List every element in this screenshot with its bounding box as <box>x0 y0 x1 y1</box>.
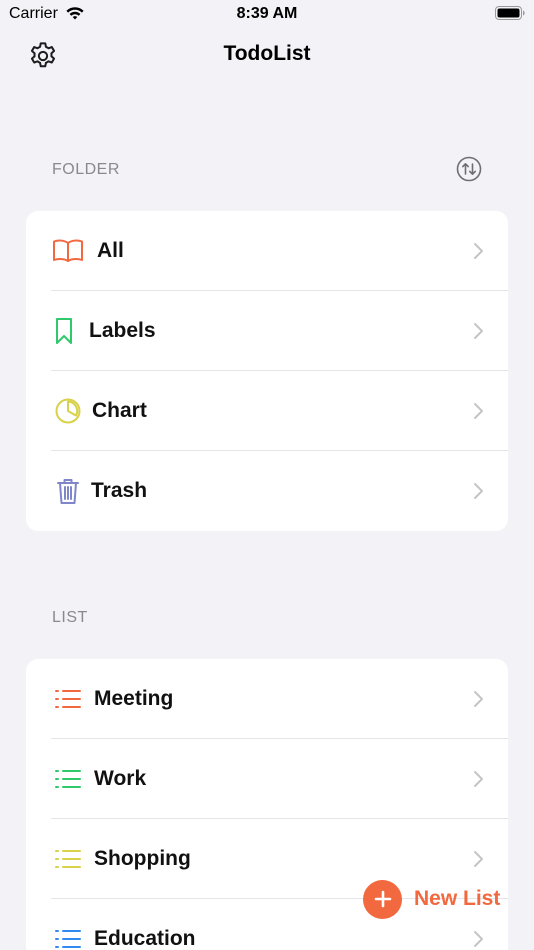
list-item-work[interactable]: Work <box>26 739 508 819</box>
folder-item-all[interactable]: All <box>26 211 508 291</box>
page-title: TodoList <box>223 42 311 65</box>
folder-item-label: Trash <box>91 479 148 502</box>
chevron-right-icon <box>474 771 483 787</box>
bookmark-icon <box>50 317 78 345</box>
trash-icon <box>52 477 84 505</box>
sort-arrows-icon[interactable] <box>455 155 483 183</box>
pie-chart-icon <box>52 397 84 425</box>
list-item-meeting[interactable]: Meeting <box>26 659 508 739</box>
chevron-right-icon <box>474 931 483 947</box>
list-icon <box>52 845 84 873</box>
plus-circle-icon <box>363 879 402 919</box>
list-icon <box>52 925 84 950</box>
chevron-right-icon <box>474 483 483 499</box>
new-list-button[interactable]: New List <box>363 879 500 919</box>
status-time: 8:39 AM <box>236 5 298 22</box>
chevron-right-icon <box>474 403 483 419</box>
folder-item-chart[interactable]: Chart <box>26 371 508 451</box>
folder-item-labels[interactable]: Labels <box>26 291 508 371</box>
navigation-bar: TodoList <box>0 30 534 80</box>
list-item-label: Education <box>94 927 196 950</box>
list-section-header: LIST <box>52 609 88 626</box>
chevron-right-icon <box>474 243 483 259</box>
list-icon <box>52 685 84 713</box>
new-list-label: New List <box>414 887 501 910</box>
todolist-screen: Carrier 8:39 AM TodoList FOLDER All Labe… <box>0 0 534 950</box>
status-bar: Carrier 8:39 AM <box>0 0 534 30</box>
chevron-right-icon <box>474 851 483 867</box>
list-item-label: Shopping <box>94 847 191 870</box>
chevron-right-icon <box>474 323 483 339</box>
list-item-label: Meeting <box>94 687 174 710</box>
book-icon <box>52 237 84 265</box>
folder-item-label: Chart <box>92 399 147 422</box>
folder-item-trash[interactable]: Trash <box>26 451 508 531</box>
folder-section-header: FOLDER <box>52 161 120 178</box>
chevron-right-icon <box>474 691 483 707</box>
folder-item-label: Labels <box>89 319 156 342</box>
battery-icon <box>495 6 525 20</box>
folder-item-label: All <box>97 239 124 262</box>
list-icon <box>52 765 84 793</box>
list-item-label: Work <box>94 767 147 790</box>
folder-card: All Labels Chart Trash <box>26 211 508 531</box>
